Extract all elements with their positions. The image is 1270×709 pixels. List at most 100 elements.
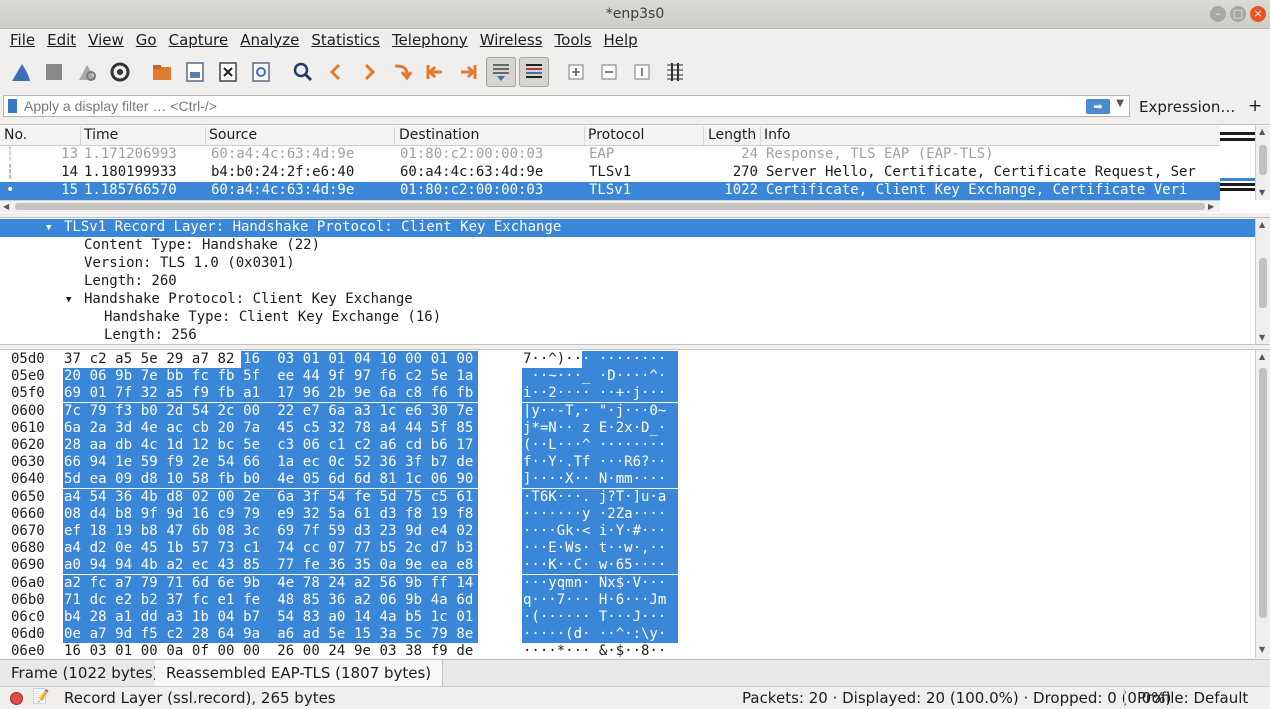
detail-row[interactable]: Length: 260 <box>0 273 1255 291</box>
tab-frame[interactable]: Frame (1022 bytes) <box>0 660 171 687</box>
start-capture-icon[interactable] <box>6 57 36 87</box>
column-protocol[interactable]: Protocol <box>584 127 704 145</box>
hex-bytes[interactable]: a0 94 94 4b a2 ec 43 85 77 fe 36 35 0a 9… <box>64 557 473 573</box>
hex-row[interactable]: 0660 08 d4 b8 9f 9d 16 c9 79 e9 32 5a 61 … <box>0 505 1255 523</box>
hex-bytes[interactable]: ef 18 19 b8 47 6b 08 3c 69 7f 59 d3 23 9… <box>64 523 473 539</box>
menu-go[interactable]: Go <box>130 29 163 53</box>
find-packet-icon[interactable] <box>288 57 318 87</box>
bytes-vscroll[interactable]: ▲ ▼ <box>1255 350 1270 658</box>
hex-bytes[interactable]: 66 94 1e 59 f9 2e 54 66 1a ec 0c 52 36 3… <box>64 454 473 470</box>
hex-row[interactable]: 05f0 69 01 7f 32 a5 f9 fb a1 17 96 2b 9e … <box>0 385 1255 403</box>
hex-bytes[interactable]: 69 01 7f 32 a5 f9 fb a1 17 96 2b 9e 6a c… <box>64 385 473 401</box>
ascii-bytes[interactable]: ·······y ·2Za···· <box>523 506 666 522</box>
menu-view[interactable]: View <box>82 29 130 53</box>
hex-row[interactable]: 06e0 16 03 01 00 0a 0f 00 00 26 00 24 9e … <box>0 643 1255 658</box>
column-length[interactable]: Length <box>704 127 761 145</box>
ascii-bytes[interactable]: ·T6K···. j?T·]u·a <box>523 489 666 505</box>
hex-bytes[interactable]: a4 d2 0e 45 1b 57 73 c1 74 cc 07 77 b5 2… <box>64 540 473 556</box>
packet-row[interactable]: ┆ 13 1.171206993 60:a4:4c:63:4d:9e 01:80… <box>0 146 1220 164</box>
hex-bytes[interactable]: 0e a7 9d f5 c2 28 64 9a a6 ad 5e 15 3a 5… <box>64 626 473 642</box>
reload-file-icon[interactable] <box>246 57 276 87</box>
close-icon[interactable]: × <box>1250 6 1266 22</box>
ascii-bytes[interactable]: ··~···_ ·D····^· <box>523 368 666 384</box>
go-forward-icon[interactable] <box>354 57 384 87</box>
ascii-bytes[interactable]: 7··^)··· ········ <box>523 351 666 367</box>
ascii-bytes[interactable]: |y··-T,· "·j···0~ <box>523 403 666 419</box>
hex-bytes[interactable]: a4 54 36 4b d8 02 00 2e 6a 3f 54 fe 5d 7… <box>64 489 473 505</box>
ascii-bytes[interactable]: (··L···^ ········ <box>523 437 666 453</box>
detail-row[interactable]: Content Type: Handshake (22) <box>0 237 1255 255</box>
menu-telephony[interactable]: Telephony <box>386 29 474 53</box>
hex-bytes[interactable]: 37 c2 a5 5e 29 a7 82 16 03 01 01 04 10 0… <box>64 351 473 367</box>
ascii-bytes[interactable]: ]····X·· N·mm···· <box>523 471 666 487</box>
menu-edit[interactable]: Edit <box>41 29 82 53</box>
close-file-icon[interactable] <box>213 57 243 87</box>
packet-row[interactable]: ┆ 14 1.180199933 b4:b0:24:2f:e6:40 60:a4… <box>0 164 1220 182</box>
hex-row[interactable]: 05e0 20 06 9b 7e bb fc fb 5f ee 44 9f 97 … <box>0 368 1255 386</box>
hex-row[interactable]: 0630 66 94 1e 59 f9 2e 54 66 1a ec 0c 52 … <box>0 454 1255 472</box>
normal-size-icon[interactable] <box>627 57 657 87</box>
apply-filter-icon[interactable]: ➡ <box>1086 99 1110 114</box>
packet-list-vscroll[interactable]: ▲ ▼ <box>1255 125 1270 200</box>
column-source[interactable]: Source <box>205 127 395 145</box>
ascii-bytes[interactable]: q···7··· H·6···Jm <box>523 592 666 608</box>
chevron-down-icon[interactable]: ▼ <box>1116 98 1124 109</box>
first-packet-icon[interactable] <box>420 57 450 87</box>
open-file-icon[interactable] <box>147 57 177 87</box>
ascii-bytes[interactable]: ···yqmn· Nx$·V··· <box>523 575 666 591</box>
hex-row[interactable]: 0610 6a 2a 3d 4e ac cb 20 7a 45 c5 32 78 … <box>0 419 1255 437</box>
hex-bytes[interactable]: 7c 79 f3 b0 2d 54 2c 00 22 e7 6a a3 1c e… <box>64 403 473 419</box>
display-filter-input[interactable] <box>24 98 1084 114</box>
details-vscroll[interactable]: ▲ ▼ <box>1255 218 1270 344</box>
ascii-bytes[interactable]: ·(······ T···J··· <box>523 609 666 625</box>
menu-tools[interactable]: Tools <box>549 29 598 53</box>
minimize-icon[interactable]: – <box>1210 6 1226 22</box>
hex-row[interactable]: 06a0 a2 fc a7 79 71 6d 6e 9b 4e 78 24 a2 … <box>0 574 1255 592</box>
detail-row[interactable]: Version: TLS 1.0 (0x0301) <box>0 255 1255 273</box>
hex-row[interactable]: 0600 7c 79 f3 b0 2d 54 2c 00 22 e7 6a a3 … <box>0 402 1255 420</box>
hex-row[interactable]: 06b0 71 dc e2 b2 37 fc e1 fe 48 85 36 a2 … <box>0 591 1255 609</box>
column-time[interactable]: Time <box>80 127 206 145</box>
hex-row[interactable]: 05d0 37 c2 a5 5e 29 a7 82 16 03 01 01 04 … <box>0 351 1255 368</box>
hex-row[interactable]: 0690 a0 94 94 4b a2 ec 43 85 77 fe 36 35 … <box>0 557 1255 575</box>
hex-bytes[interactable]: 20 06 9b 7e bb fc fb 5f ee 44 9f 97 f6 c… <box>64 368 473 384</box>
expand-caret-icon[interactable]: ▼ <box>66 295 71 305</box>
menu-wireless[interactable]: Wireless <box>474 29 549 53</box>
hex-bytes[interactable]: b4 28 a1 dd a3 1b 04 b7 54 83 a0 14 4a b… <box>64 609 473 625</box>
last-packet-icon[interactable] <box>453 57 483 87</box>
status-profile[interactable]: Profile: Default <box>1137 689 1248 707</box>
zoom-in-icon[interactable] <box>561 57 591 87</box>
ascii-bytes[interactable]: i··2···· ··+·j··· <box>523 385 666 401</box>
ascii-bytes[interactable]: f··Y·.Tf ···R6?·· <box>523 454 666 470</box>
colorize-icon[interactable] <box>519 57 549 87</box>
menu-statistics[interactable]: Statistics <box>305 29 386 53</box>
hex-bytes[interactable]: 28 aa db 4c 1d 12 bc 5e c3 06 c1 c2 a6 c… <box>64 437 473 453</box>
zoom-out-icon[interactable] <box>594 57 624 87</box>
capture-status-icon[interactable] <box>10 692 23 705</box>
packet-minimap[interactable] <box>1220 125 1255 200</box>
stop-capture-icon[interactable] <box>39 57 69 87</box>
hex-row[interactable]: 06d0 0e a7 9d f5 c2 28 64 9a a6 ad 5e 15 … <box>0 626 1255 644</box>
hex-row[interactable]: 0670 ef 18 19 b8 47 6b 08 3c 69 7f 59 d3 … <box>0 523 1255 540</box>
menu-analyze[interactable]: Analyze <box>234 29 305 53</box>
maximize-icon[interactable]: □ <box>1230 6 1246 22</box>
hex-row[interactable]: 0680 a4 d2 0e 45 1b 57 73 c1 74 cc 07 77 … <box>0 540 1255 558</box>
detail-row[interactable]: Handshake Type: Client Key Exchange (16) <box>0 309 1255 327</box>
hex-bytes[interactable]: 71 dc e2 b2 37 fc e1 fe 48 85 36 a2 06 9… <box>64 592 473 608</box>
go-to-packet-icon[interactable] <box>387 57 417 87</box>
ascii-bytes[interactable]: j*=N·· z E·2x·D_· <box>523 420 666 436</box>
ascii-bytes[interactable]: ····*··· &·$··8·· <box>523 643 666 658</box>
detail-row[interactable]: Length: 256 <box>0 327 1255 344</box>
expression-button[interactable]: Expression… <box>1139 98 1235 116</box>
expand-caret-icon[interactable]: ▼ <box>46 223 51 233</box>
ascii-bytes[interactable]: ···K··C· w·65···· <box>523 557 666 573</box>
ascii-bytes[interactable]: ····Gk·< i·Y·#··· <box>523 523 666 539</box>
hex-row[interactable]: 06c0 b4 28 a1 dd a3 1b 04 b7 54 83 a0 14 … <box>0 609 1255 626</box>
hex-row[interactable]: 0650 a4 54 36 4b d8 02 00 2e 6a 3f 54 fe … <box>0 488 1255 506</box>
add-filter-button[interactable]: + <box>1248 96 1262 116</box>
menu-help[interactable]: Help <box>597 29 643 53</box>
go-back-icon[interactable] <box>321 57 351 87</box>
ascii-bytes[interactable]: ·····(d· ··^·:\y· <box>523 626 666 642</box>
ascii-bytes[interactable]: ···E·Ws· t··w·,·· <box>523 540 666 556</box>
column-info[interactable]: Info <box>760 127 1220 145</box>
